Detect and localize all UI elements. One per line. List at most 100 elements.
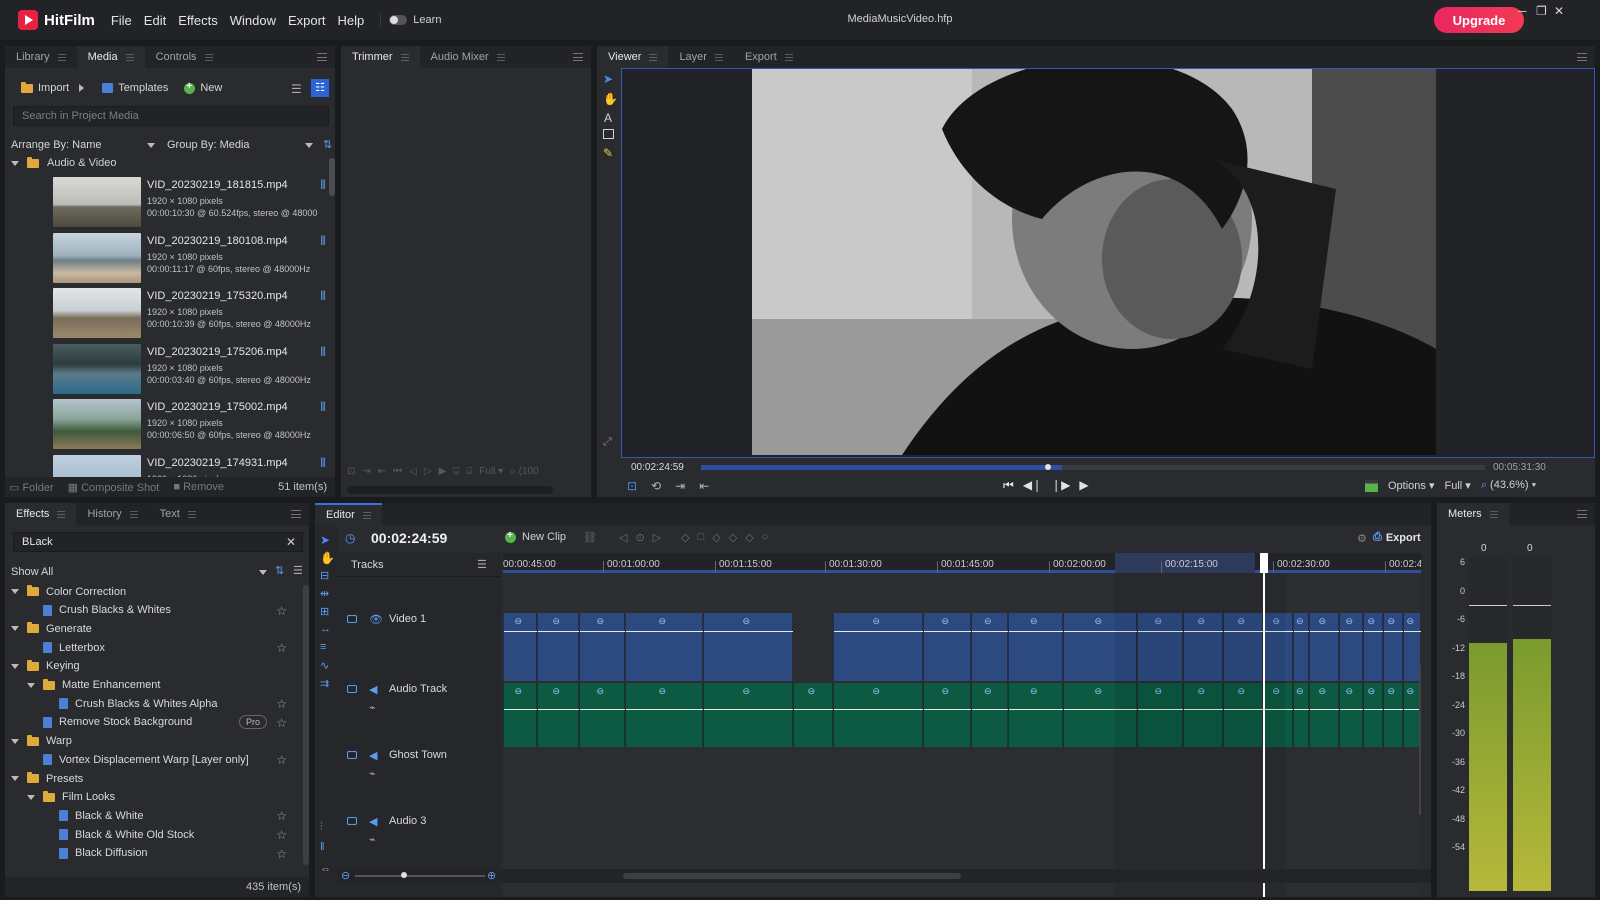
timeline-clip[interactable]: ⊖: [625, 683, 703, 747]
track-header[interactable]: ◀ Audio 3 ⌁: [337, 813, 499, 877]
drag-handle-icon[interactable]: [204, 53, 213, 61]
folder-footer-button[interactable]: ▭ Folder: [9, 481, 54, 494]
options-dropdown[interactable]: Options ▾: [1388, 479, 1435, 492]
lock-icon[interactable]: [347, 615, 357, 623]
menu-file[interactable]: File: [111, 13, 132, 28]
tab-layer[interactable]: Layer: [668, 46, 734, 68]
tab-meters[interactable]: Meters: [1437, 503, 1509, 525]
favorite-star-icon[interactable]: ☆: [276, 809, 287, 823]
mask-tool-icon[interactable]: [603, 129, 614, 139]
timeline-clip[interactable]: ⊖: [703, 683, 793, 747]
prev-keyframe-icon[interactable]: ◁: [619, 531, 627, 544]
chevron-down-icon[interactable]: [27, 682, 35, 688]
import-button[interactable]: Import: [15, 78, 75, 98]
speaker-icon[interactable]: ◀: [369, 749, 377, 762]
panel-menu-icon[interactable]: [291, 510, 301, 518]
upgrade-button[interactable]: Upgrade: [1434, 7, 1524, 33]
hand-tool-icon[interactable]: ✋: [320, 551, 335, 565]
timeline-clip[interactable]: ⊖: [1309, 613, 1339, 681]
overlay-icon[interactable]: ⇤: [699, 479, 709, 493]
chevron-down-icon[interactable]: [11, 160, 19, 166]
media-properties-icon[interactable]: |||: [320, 457, 326, 468]
tab-audio-mixer[interactable]: Audio Mixer: [420, 46, 516, 68]
trimmer-scrollbar[interactable]: [347, 486, 553, 494]
trimmer-quality-dropdown[interactable]: Full ▾: [479, 466, 503, 477]
zoom-out-icon[interactable]: ⊖: [341, 869, 350, 882]
effects-search-input[interactable]: BLack ✕: [13, 532, 303, 552]
timeline-clip[interactable]: ⊖: [971, 613, 1008, 681]
timeline-clip[interactable]: ⊖: [833, 683, 923, 747]
menu-edit[interactable]: Edit: [144, 13, 166, 28]
timeline-clip[interactable]: ⊖: [503, 613, 537, 681]
speaker-icon[interactable]: ◀: [369, 683, 377, 696]
timeline-clip[interactable]: ⊖: [1008, 613, 1063, 681]
circle-icon[interactable]: ○: [762, 531, 769, 544]
drag-handle-icon[interactable]: [400, 53, 409, 61]
track-header[interactable]: ◀ Ghost Town ⌁: [337, 747, 499, 811]
favorite-star-icon[interactable]: ☆: [276, 604, 287, 618]
diamond3-icon[interactable]: ◇: [745, 531, 753, 544]
trimmer-start-icon[interactable]: ⏮: [393, 466, 402, 477]
tab-editor[interactable]: Editor: [315, 503, 382, 525]
link-icon[interactable]: ⛓: [583, 531, 597, 544]
group-by-dropdown[interactable]: Group By: Media: [163, 135, 317, 155]
effects-folder[interactable]: Presets: [11, 769, 289, 788]
tab-export[interactable]: Export: [734, 46, 804, 68]
viewer-canvas[interactable]: [621, 68, 1595, 458]
media-item[interactable]: VID_20230219_180108.mp4 1920 × 1080 pixel…: [53, 232, 333, 285]
media-properties-icon[interactable]: |||: [320, 290, 326, 301]
media-item[interactable]: VID_20230219_174931.mp41920 × 1080 pixel…: [53, 454, 333, 477]
new-button[interactable]: New: [178, 78, 228, 98]
timeline-clip[interactable]: ⊖: [1383, 683, 1403, 747]
trimmer-prev-frame-icon[interactable]: ◁: [409, 466, 417, 477]
media-properties-icon[interactable]: |||: [320, 235, 326, 246]
media-search-input[interactable]: Search in Project Media: [13, 106, 329, 126]
drag-handle-icon[interactable]: [1489, 510, 1498, 518]
zoom-slider[interactable]: [355, 875, 485, 877]
media-properties-icon[interactable]: |||: [320, 401, 326, 412]
diamond2-icon[interactable]: ◇: [729, 531, 737, 544]
favorite-star-icon[interactable]: ☆: [276, 828, 287, 842]
import-arrow-icon[interactable]: [79, 84, 85, 92]
menu-effects[interactable]: Effects: [178, 13, 218, 28]
timeline-clip[interactable]: ⊖: [1403, 683, 1421, 747]
favorite-star-icon[interactable]: ☆: [276, 697, 287, 711]
waveform-icon[interactable]: ⌁: [369, 833, 376, 846]
timeline-clip[interactable]: ⊖: [1363, 683, 1383, 747]
timeline-clip[interactable]: ⊖: [1008, 683, 1063, 747]
expand-icon[interactable]: ⤢: [603, 436, 612, 449]
effect-item[interactable]: Vortex Displacement Warp [Layer only] ☆: [11, 750, 289, 769]
pen-tool-icon[interactable]: ✎: [603, 146, 613, 160]
waveform-icon[interactable]: ⌁: [369, 701, 376, 714]
menu-window[interactable]: Window: [230, 13, 276, 28]
effect-item[interactable]: Black & White ☆: [11, 806, 289, 825]
lock-icon[interactable]: [347, 817, 357, 825]
timeline-clip[interactable]: ⊖: [503, 683, 537, 747]
timeline-clip[interactable]: ⊖: [1339, 683, 1363, 747]
safe-area-icon[interactable]: ⊡: [627, 479, 637, 493]
timeline-clip[interactable]: ⊖: [923, 613, 971, 681]
effects-folder[interactable]: Matte Enhancement: [11, 676, 289, 695]
settings-icon[interactable]: ⚙: [1357, 532, 1367, 545]
editor-export-button[interactable]: ⎙ Export: [1373, 531, 1421, 544]
trimmer-zoom[interactable]: ⌕ (100: [510, 466, 538, 477]
chevron-down-icon[interactable]: [11, 663, 19, 669]
arrange-by-dropdown[interactable]: Arrange By: Name: [7, 135, 159, 155]
lock-icon[interactable]: [347, 685, 357, 693]
drag-handle-icon[interactable]: [125, 53, 134, 61]
viewer-zoom-dropdown[interactable]: ⌕ (43.6%) ▾: [1481, 479, 1536, 492]
effect-item[interactable]: Remove Stock Background Pro ☆: [11, 713, 289, 732]
drag-handle-icon[interactable]: [362, 511, 371, 519]
favorite-star-icon[interactable]: ☆: [276, 716, 287, 730]
skip-start-icon[interactable]: ⏮: [1003, 478, 1014, 493]
tab-library[interactable]: Library: [5, 46, 77, 68]
levels-icon[interactable]: ‖: [320, 841, 325, 853]
effect-item[interactable]: Crush Blacks & Whites Alpha ☆: [11, 694, 289, 713]
timeline-clip[interactable]: ⊖: [1293, 613, 1309, 681]
slip-tool-icon[interactable]: ⇹: [320, 587, 329, 600]
media-properties-icon[interactable]: |||: [320, 346, 326, 357]
timeline-clip[interactable]: ⊖: [1309, 683, 1339, 747]
timeline-h-scrollbar[interactable]: [623, 873, 961, 879]
panel-menu-icon[interactable]: [317, 53, 327, 61]
editor-timecode[interactable]: 00:02:24:59: [371, 530, 447, 546]
